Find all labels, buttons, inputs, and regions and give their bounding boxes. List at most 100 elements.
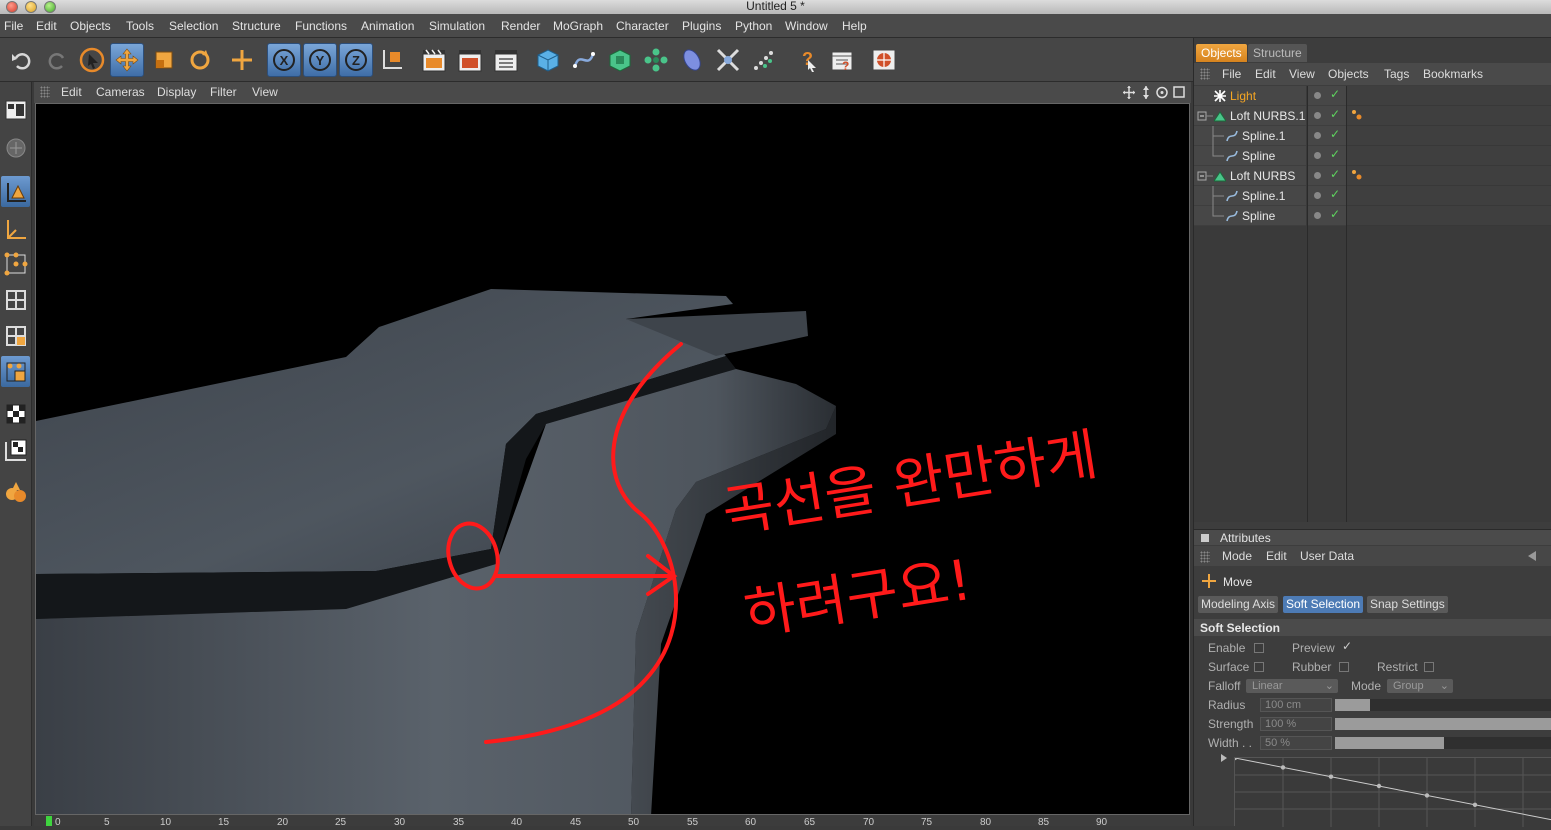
mode-dropdown[interactable]: Group ⌄ [1387, 679, 1453, 693]
object-row-spline[interactable]: Spline ✓ [1194, 206, 1551, 226]
spline-pen-icon[interactable] [567, 43, 601, 77]
objects-menu-edit[interactable]: Edit [1255, 67, 1276, 81]
rubber-checkbox[interactable] [1339, 662, 1349, 672]
visibility-dot-icon[interactable] [1314, 212, 1321, 219]
zoom-window-button[interactable] [44, 1, 56, 13]
object-row-light[interactable]: Light ✓ [1194, 86, 1551, 106]
tab-structure[interactable]: Structure [1248, 44, 1307, 62]
tab-modeling-axis[interactable]: Modeling Axis [1198, 596, 1279, 613]
object-row-spline-1[interactable]: Spline.1 ✓ [1194, 186, 1551, 206]
menu-tools[interactable]: Tools [126, 19, 154, 33]
viewport-zoom-icon[interactable] [1143, 86, 1149, 99]
menu-selection[interactable]: Selection [169, 19, 218, 33]
render-picture-viewer-icon[interactable] [453, 43, 487, 77]
attributes-menu-user-data[interactable]: User Data [1300, 549, 1354, 563]
viewport-menu-view[interactable]: View [252, 85, 278, 99]
collapse-toggle-icon[interactable] [1197, 106, 1213, 126]
visibility-dot-icon[interactable] [1314, 192, 1321, 199]
minimize-window-button[interactable] [25, 1, 37, 13]
playhead-marker[interactable] [46, 816, 52, 826]
visibility-dot-icon[interactable] [1314, 152, 1321, 159]
close-window-button[interactable] [6, 1, 18, 13]
drag-grip-icon[interactable] [1200, 68, 1210, 80]
phong-tag-icon[interactable] [1351, 109, 1363, 121]
edit-render-settings-icon[interactable] [489, 43, 523, 77]
radius-field[interactable]: 100 cm [1260, 698, 1332, 712]
preview-checkbox[interactable]: ✓ [1342, 639, 1352, 653]
column-divider[interactable] [1346, 86, 1347, 522]
menu-functions[interactable]: Functions [295, 19, 347, 33]
model-mode-icon[interactable] [1, 176, 30, 207]
viewport-pan-icon[interactable] [1123, 86, 1135, 99]
width-field[interactable]: 50 % [1260, 736, 1332, 750]
column-divider[interactable] [1307, 86, 1308, 522]
enabled-check-icon[interactable]: ✓ [1330, 207, 1340, 221]
radius-slider[interactable] [1335, 699, 1551, 711]
enabled-check-icon[interactable]: ✓ [1330, 167, 1340, 181]
move-icon[interactable] [110, 43, 144, 77]
object-row-spline[interactable]: Spline ✓ [1194, 146, 1551, 166]
timeline-ruler[interactable]: 0 5 10 15 20 25 30 35 40 45 50 55 60 65 … [34, 815, 1191, 828]
viewport-menu-filter[interactable]: Filter [210, 85, 237, 99]
enabled-check-icon[interactable]: ✓ [1330, 147, 1340, 161]
redo-icon[interactable] [40, 43, 74, 77]
layout-icon[interactable] [1, 94, 30, 125]
attributes-menu-mode[interactable]: Mode [1222, 549, 1252, 563]
menu-objects[interactable]: Objects [70, 19, 111, 33]
browser-icon[interactable] [867, 43, 901, 77]
falloff-dropdown[interactable]: Linear ⌄ [1246, 679, 1338, 693]
collapse-toggle-icon[interactable] [1197, 166, 1213, 186]
coordinate-system-icon[interactable] [375, 43, 409, 77]
y-axis-icon[interactable]: Y [303, 43, 337, 77]
enable-checkbox[interactable] [1254, 643, 1264, 653]
viewport-rotate-icon[interactable] [1156, 86, 1168, 99]
scale-icon[interactable] [147, 43, 181, 77]
tab-soft-selection[interactable]: Soft Selection [1283, 596, 1364, 613]
viewport-maximize-icon[interactable] [1173, 86, 1185, 98]
objects-menu-file[interactable]: File [1222, 67, 1241, 81]
z-axis-icon[interactable]: Z [339, 43, 373, 77]
menu-mograph[interactable]: MoGraph [553, 19, 603, 33]
restrict-checkbox[interactable] [1424, 662, 1434, 672]
nurbs-icon[interactable] [603, 43, 637, 77]
cube-icon[interactable] [531, 43, 565, 77]
menu-animation[interactable]: Animation [361, 19, 414, 33]
tab-objects[interactable]: Objects [1196, 44, 1247, 62]
polygons-mode-icon[interactable] [1, 320, 30, 351]
scripts-icon[interactable]: ? [825, 43, 859, 77]
edges-mode-icon[interactable] [1, 284, 30, 315]
menu-edit[interactable]: Edit [36, 19, 57, 33]
viewport-menu-display[interactable]: Display [157, 85, 196, 99]
menu-character[interactable]: Character [616, 19, 669, 33]
strength-slider[interactable] [1335, 718, 1551, 730]
visibility-dot-icon[interactable] [1314, 172, 1321, 179]
object-axis-icon[interactable] [1, 213, 30, 244]
width-slider[interactable] [1335, 737, 1551, 749]
workplane-mode-icon[interactable] [1, 434, 30, 465]
3d-viewport[interactable]: 곡선을 완만하게 하려구요! [35, 103, 1190, 815]
enabled-check-icon[interactable]: ✓ [1330, 87, 1340, 101]
recent-tool-icon[interactable] [225, 43, 259, 77]
visibility-dot-icon[interactable] [1314, 132, 1321, 139]
menu-file[interactable]: File [4, 19, 23, 33]
live-selection-icon[interactable] [75, 43, 109, 77]
strength-field[interactable]: 100 % [1260, 717, 1332, 731]
tab-snap-settings[interactable]: Snap Settings [1367, 596, 1448, 613]
objects-menu-tags[interactable]: Tags [1384, 67, 1409, 81]
enabled-check-icon[interactable]: ✓ [1330, 107, 1340, 121]
texture-mode-icon[interactable] [1, 398, 30, 429]
menu-help[interactable]: Help [842, 19, 867, 33]
drag-grip-icon[interactable] [1200, 551, 1210, 563]
drag-grip-icon[interactable] [40, 86, 50, 98]
menu-render[interactable]: Render [501, 19, 540, 33]
enabled-check-icon[interactable]: ✓ [1330, 127, 1340, 141]
expand-triangle-icon[interactable] [1220, 754, 1228, 762]
visibility-dot-icon[interactable] [1314, 112, 1321, 119]
scene-icon[interactable] [711, 43, 745, 77]
visibility-dot-icon[interactable] [1314, 92, 1321, 99]
objects-menu-bookmarks[interactable]: Bookmarks [1423, 67, 1483, 81]
phong-tag-icon[interactable] [1351, 169, 1363, 181]
menu-python[interactable]: Python [735, 19, 772, 33]
objects-menu-view[interactable]: View [1289, 67, 1315, 81]
make-editable-icon[interactable] [1, 132, 30, 163]
